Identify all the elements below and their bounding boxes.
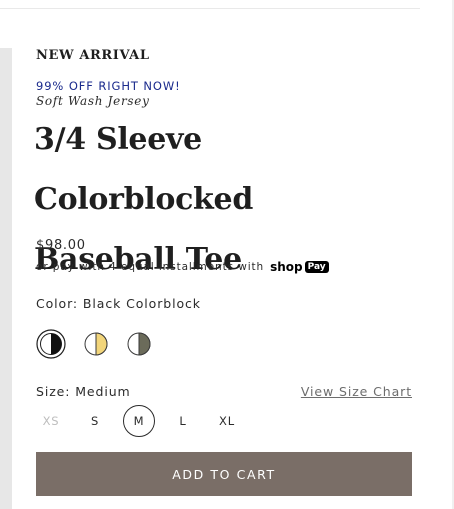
header-divider — [0, 8, 420, 9]
color-swatch-black[interactable] — [36, 329, 66, 359]
size-options: XS S M L XL — [36, 405, 296, 437]
product-subtitle: Soft Wash Jersey — [36, 94, 150, 108]
installments-text: or pay with 4 equal installments with — [36, 261, 265, 273]
shop-pay-logo[interactable]: shop Pay — [270, 260, 329, 274]
size-selection: Size: Medium — [36, 384, 131, 399]
swatch-black-icon — [36, 329, 66, 359]
installments-info: or pay with 4 equal installments with sh… — [36, 260, 329, 274]
product-price: $98.00 — [36, 238, 86, 253]
color-swatch-yellow[interactable] — [81, 329, 111, 359]
color-value: Black Colorblock — [82, 296, 201, 311]
color-selection: Color: Black Colorblock — [36, 296, 201, 311]
size-option-s[interactable]: S — [79, 405, 111, 437]
color-swatch-olive[interactable] — [124, 329, 154, 359]
new-arrival-badge: NEW ARRIVAL — [36, 48, 150, 63]
promo-text: 99% OFF RIGHT NOW! — [36, 79, 181, 93]
product-title-line1: 3/4 Sleeve Colorblocked — [34, 122, 253, 217]
color-label: Color: — [36, 296, 79, 311]
size-option-m[interactable]: M — [123, 405, 155, 437]
size-value: Medium — [75, 384, 131, 399]
size-label: Size: — [36, 384, 71, 399]
view-size-chart-link[interactable]: View Size Chart — [301, 384, 412, 399]
shop-pay-badge: Pay — [304, 261, 329, 273]
size-option-xl[interactable]: XL — [211, 405, 243, 437]
add-to-cart-button[interactable]: ADD TO CART — [36, 452, 412, 496]
size-option-l[interactable]: L — [167, 405, 199, 437]
size-option-xs[interactable]: XS — [35, 405, 67, 437]
product-image-edge — [0, 48, 12, 509]
shop-pay-word: shop — [270, 260, 303, 274]
swatch-yellow-icon — [84, 332, 108, 356]
swatch-olive-icon — [127, 332, 151, 356]
color-swatches — [36, 329, 166, 359]
